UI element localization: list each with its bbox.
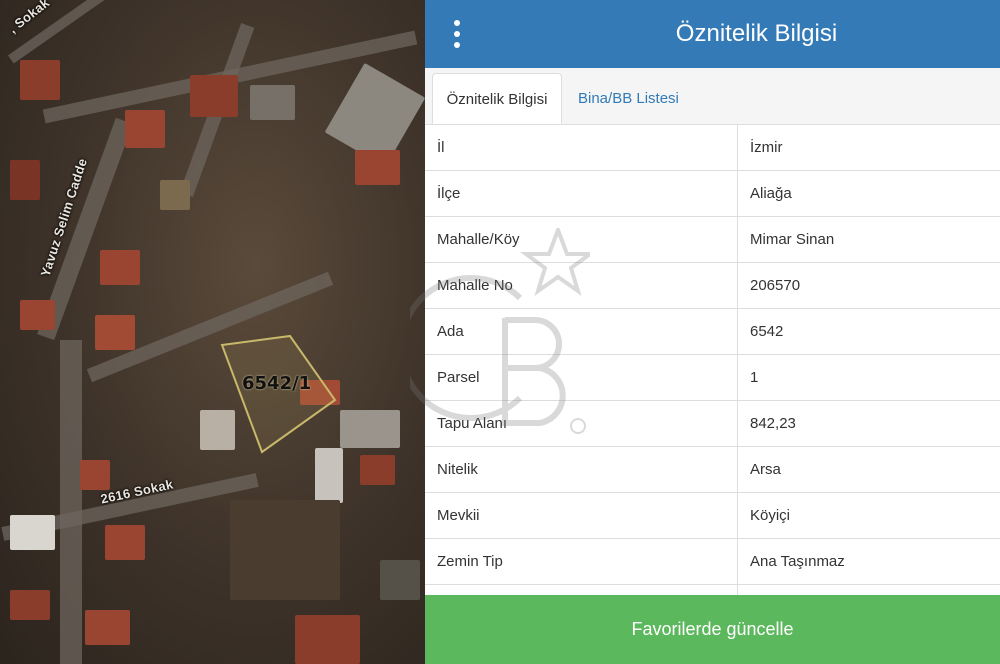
row-key: Mahalle/Köy	[437, 231, 520, 248]
row-key: Tapu Alanı	[437, 415, 508, 432]
row-value: Ana Taşınmaz	[750, 553, 845, 570]
table-row: Mevkii Köyiçi	[425, 493, 1000, 539]
parcel-label: 6542/1	[242, 373, 312, 394]
tab-attribute-info[interactable]: Öznitelik Bilgisi	[432, 73, 562, 124]
panel-header: Öznitelik Bilgisi	[425, 0, 1000, 68]
update-favorites-button[interactable]: Favorilerde güncelle	[425, 595, 1000, 664]
attribute-panel: Öznitelik Bilgisi Öznitelik Bilgisi Bina…	[425, 0, 1000, 664]
table-row: İl İzmir	[425, 125, 1000, 171]
table-row: Ada 6542	[425, 309, 1000, 355]
row-key: İl	[437, 139, 445, 156]
table-row: Zemin Tip Ana Taşınmaz	[425, 539, 1000, 585]
row-value: 1	[750, 369, 759, 386]
table-row: Tapu Alanı 842,23	[425, 401, 1000, 447]
row-key: Mahalle No	[437, 277, 513, 294]
row-key: İlçe	[437, 185, 461, 202]
row-value: Aliağa	[750, 185, 792, 202]
table-row: Parsel 1	[425, 355, 1000, 401]
row-key: Mevkii	[437, 507, 480, 524]
row-key: Zemin Tip	[437, 553, 503, 570]
tab-bar: Öznitelik Bilgisi Bina/BB Listesi	[425, 68, 1000, 125]
row-value: 6542	[750, 323, 784, 340]
row-value: Arsa	[750, 461, 781, 478]
row-value: İzmir	[750, 139, 783, 156]
row-value: Mimar Sinan	[750, 231, 835, 248]
row-key: Nitelik	[437, 461, 478, 478]
table-row: İlçe Aliağa	[425, 171, 1000, 217]
row-value: Köyiçi	[750, 507, 791, 524]
satellite-map[interactable]: 6542/1 Yavuz Selim Cadde 2616 Sokak , So…	[0, 0, 425, 664]
tab-building-list[interactable]: Bina/BB Listesi	[578, 73, 679, 124]
table-row: Mahalle No 206570	[425, 263, 1000, 309]
row-key: Parsel	[437, 369, 480, 386]
row-value: 842,23	[750, 415, 796, 432]
parcel-outline[interactable]	[0, 0, 425, 664]
panel-title: Öznitelik Bilgisi	[675, 20, 838, 47]
table-row: Nitelik Arsa	[425, 447, 1000, 493]
table-row: Mahalle/Köy Mimar Sinan	[425, 217, 1000, 263]
row-value: 206570	[750, 277, 801, 294]
row-key: Ada	[437, 323, 464, 340]
kebab-menu-icon[interactable]	[447, 20, 467, 48]
attribute-table: İl İzmir İlçe Aliağa Mahalle/Köy Mimar Sina…	[425, 125, 1000, 631]
